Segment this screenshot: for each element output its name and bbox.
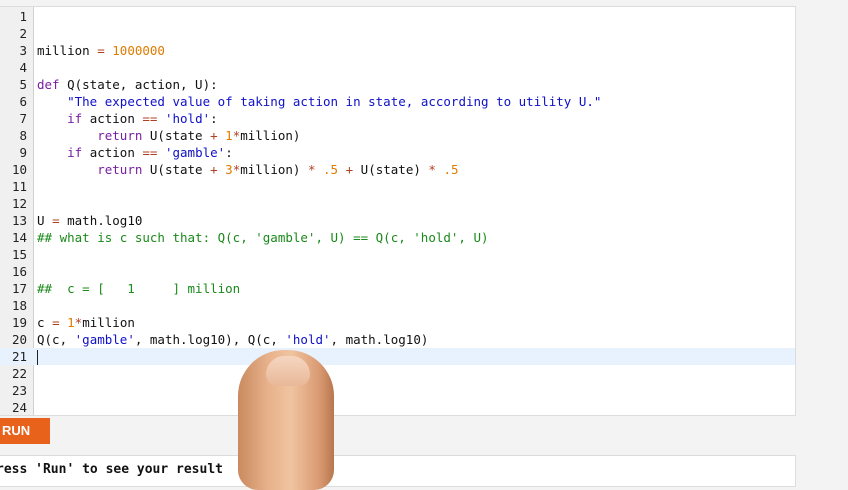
line-number: 2 xyxy=(19,26,27,41)
line-number: 23 xyxy=(11,383,27,398)
code-line[interactable]: 18 xyxy=(0,297,795,314)
run-button[interactable]: RUN xyxy=(0,418,50,444)
code-line[interactable]: 2 xyxy=(0,25,795,42)
line-number: 17 xyxy=(11,281,27,296)
code-line[interactable]: 24 xyxy=(0,399,795,415)
code-editor[interactable]: 1 2 3 million = 1000000 4 5 def Q(state, actio… xyxy=(0,6,796,416)
line-number: 8 xyxy=(19,128,27,143)
line-number: 16 xyxy=(11,264,27,279)
code-line[interactable]: 7 if action == 'hold': xyxy=(0,110,795,127)
code-text: "The expected value of taking action in … xyxy=(67,94,602,109)
code-line[interactable]: 16 xyxy=(0,263,795,280)
line-number: 3 xyxy=(19,43,27,58)
output-panel: ress 'Run' to see your result xyxy=(0,455,796,487)
code-line[interactable]: 13 U = math.log10 xyxy=(0,212,795,229)
code-line[interactable]: 3 million = 1000000 xyxy=(0,42,795,59)
code-line[interactable]: 12 xyxy=(0,195,795,212)
line-number: 19 xyxy=(11,315,27,330)
code-line[interactable]: 23 xyxy=(0,382,795,399)
code-line[interactable]: 5 def Q(state, action, U): xyxy=(0,76,795,93)
code-line[interactable]: 15 xyxy=(0,246,795,263)
code-line[interactable]: 8 return U(state + 1*million) xyxy=(0,127,795,144)
code-line[interactable]: 19 c = 1*million xyxy=(0,314,795,331)
line-number: 12 xyxy=(11,196,27,211)
line-number: 20 xyxy=(11,332,27,347)
code-line[interactable]: 1 xyxy=(0,8,795,25)
code-text: if action == 'gamble': xyxy=(67,145,233,160)
line-number: 7 xyxy=(19,111,27,126)
output-message: ress 'Run' to see your result xyxy=(0,462,223,477)
code-line[interactable]: 20 Q(c, 'gamble', math.log10), Q(c, 'hold… xyxy=(0,331,795,348)
code-line[interactable]: 11 xyxy=(0,178,795,195)
line-number: 10 xyxy=(11,162,27,177)
code-line[interactable]: 4 xyxy=(0,59,795,76)
line-number: 22 xyxy=(11,366,27,381)
line-number: 6 xyxy=(19,94,27,109)
code-text: U = math.log10 xyxy=(37,213,143,228)
code-text: return U(state + 1*million) xyxy=(97,128,301,143)
code-line[interactable]: 9 if action == 'gamble': xyxy=(0,144,795,161)
code-line[interactable]: 6 "The expected value of taking action i… xyxy=(0,93,795,110)
code-text: def Q(state, action, U): xyxy=(37,77,218,92)
line-number: 13 xyxy=(11,213,27,228)
line-number: 15 xyxy=(11,247,27,262)
line-number: 24 xyxy=(11,400,27,415)
code-text: million = 1000000 xyxy=(37,43,165,58)
code-text: Q(c, 'gamble', math.log10), Q(c, 'hold',… xyxy=(37,332,429,347)
code-line[interactable]: 17 ## c = [ 1 ] million xyxy=(0,280,795,297)
text-cursor xyxy=(37,350,38,365)
code-line[interactable]: 21 xyxy=(0,348,795,365)
code-text: ## c = [ 1 ] million xyxy=(37,281,241,296)
line-number: 5 xyxy=(19,77,27,92)
code-text: return U(state + 3*million) * .5 + U(sta… xyxy=(97,162,459,177)
line-number: 1 xyxy=(19,9,27,24)
code-line[interactable]: 22 xyxy=(0,365,795,382)
line-number: 4 xyxy=(19,60,27,75)
line-number: 14 xyxy=(11,230,27,245)
line-number: 18 xyxy=(11,298,27,313)
line-number: 21 xyxy=(11,349,27,364)
line-number: 11 xyxy=(11,179,27,194)
code-text: ## what is c such that: Q(c, 'gamble', U… xyxy=(37,230,489,245)
code-text: c = 1*million xyxy=(37,315,135,330)
code-text: if action == 'hold': xyxy=(67,111,218,126)
code-line[interactable]: 10 return U(state + 3*million) * .5 + U(… xyxy=(0,161,795,178)
line-number: 9 xyxy=(19,145,27,160)
code-text xyxy=(37,348,38,365)
code-line[interactable]: 14 ## what is c such that: Q(c, 'gamble',… xyxy=(0,229,795,246)
